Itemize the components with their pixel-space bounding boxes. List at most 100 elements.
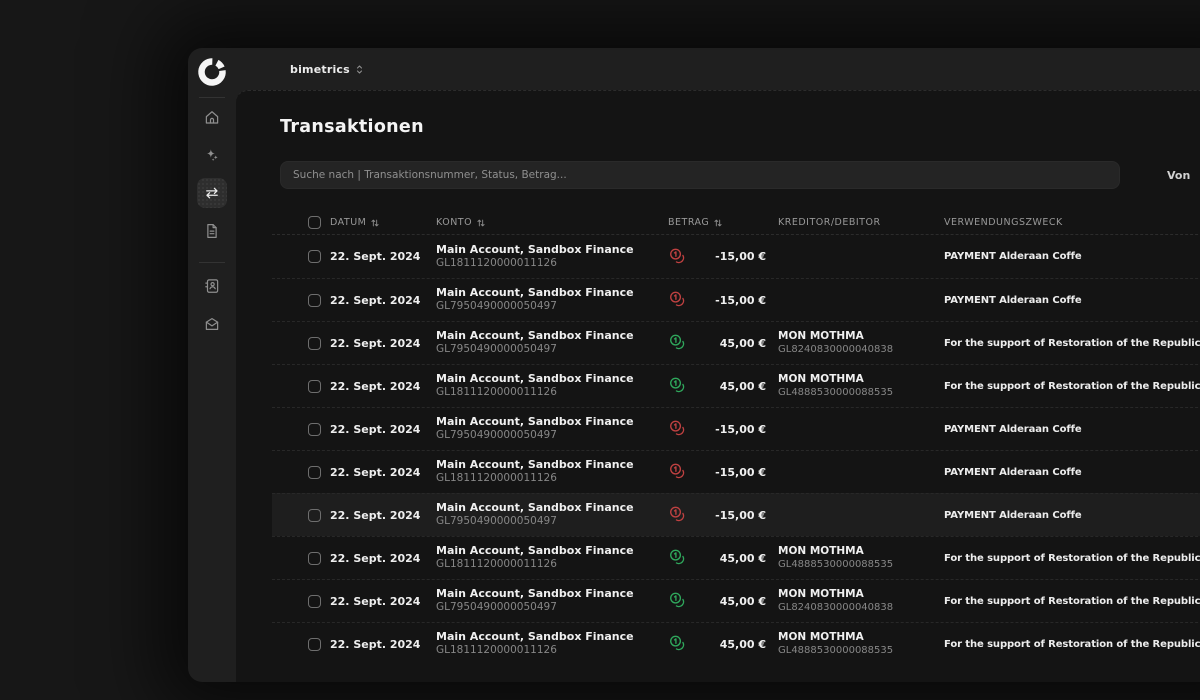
counterparty-iban: GL8240830000040838 bbox=[778, 343, 944, 356]
account-name: Main Account, Sandbox Finance bbox=[436, 415, 668, 429]
account-name: Main Account, Sandbox Finance bbox=[436, 501, 668, 515]
row-checkbox[interactable] bbox=[308, 380, 321, 393]
sidebar-item-home[interactable] bbox=[197, 102, 227, 132]
table-row[interactable]: 22. Sept. 2024 Main Account, Sandbox Fin… bbox=[272, 579, 1200, 622]
counterparty-iban: GL4888530000088535 bbox=[778, 386, 944, 399]
cell-date: 22. Sept. 2024 bbox=[330, 466, 436, 479]
content-column: bimetrics Transaktionen Von DATUM KON bbox=[236, 48, 1200, 682]
sparkles-icon bbox=[203, 146, 221, 164]
cell-amount: -15,00 € bbox=[694, 509, 766, 522]
table-row[interactable]: 22. Sept. 2024 Main Account, Sandbox Fin… bbox=[272, 622, 1200, 665]
coins-outgoing-icon bbox=[668, 247, 694, 267]
row-checkbox[interactable] bbox=[308, 509, 321, 522]
sidebar-item-contacts[interactable] bbox=[197, 271, 227, 301]
table-body: 22. Sept. 2024 Main Account, Sandbox Fin… bbox=[272, 235, 1200, 665]
workspace-name: bimetrics bbox=[290, 63, 350, 76]
account-name: Main Account, Sandbox Finance bbox=[436, 243, 668, 257]
cell-purpose: For the support of Restoration of the Re… bbox=[944, 338, 1200, 349]
transactions-table: DATUM KONTO BETRAG KREDITOR/DEBITOR bbox=[272, 211, 1200, 665]
account-iban: GL7950490000050497 bbox=[436, 343, 668, 357]
sidebar-item-assistant[interactable] bbox=[197, 140, 227, 170]
cell-date: 22. Sept. 2024 bbox=[330, 337, 436, 350]
cell-counterparty: MON MOTHMA GL4888530000088535 bbox=[778, 373, 944, 400]
account-iban: GL7950490000050497 bbox=[436, 515, 668, 529]
cell-account: Main Account, Sandbox Finance GL79504900… bbox=[436, 501, 668, 529]
table-row[interactable]: 22. Sept. 2024 Main Account, Sandbox Fin… bbox=[272, 536, 1200, 579]
sidebar-divider bbox=[199, 262, 225, 263]
sidebar-item-transactions[interactable] bbox=[197, 178, 227, 208]
table-row[interactable]: 22. Sept. 2024 Main Account, Sandbox Fin… bbox=[272, 364, 1200, 407]
header-verwendungszweck: VERWENDUNGSZWECK bbox=[944, 217, 1200, 228]
row-checkbox[interactable] bbox=[308, 466, 321, 479]
filter-bar: Von bbox=[280, 161, 1200, 189]
cell-account: Main Account, Sandbox Finance GL79504900… bbox=[436, 286, 668, 314]
date-from-label: Von bbox=[1167, 169, 1190, 182]
sidebar-item-documents[interactable] bbox=[197, 216, 227, 246]
cell-amount: 45,00 € bbox=[694, 595, 766, 608]
counterparty-name: MON MOTHMA bbox=[778, 330, 944, 344]
cell-counterparty: MON MOTHMA GL8240830000040838 bbox=[778, 330, 944, 357]
workspace-selector[interactable]: bimetrics bbox=[290, 63, 365, 76]
coins-outgoing-icon bbox=[668, 462, 694, 482]
unfold-more-icon bbox=[354, 64, 365, 75]
sort-icon bbox=[370, 218, 380, 228]
table-row[interactable]: 22. Sept. 2024 Main Account, Sandbox Fin… bbox=[272, 493, 1200, 536]
table-row[interactable]: 22. Sept. 2024 Main Account, Sandbox Fin… bbox=[272, 450, 1200, 493]
app-logo-icon[interactable] bbox=[196, 56, 228, 88]
header-betrag-label: BETRAG bbox=[668, 217, 709, 228]
sort-icon bbox=[476, 218, 486, 228]
counterparty-name: MON MOTHMA bbox=[778, 631, 944, 645]
header-datum[interactable]: DATUM bbox=[330, 217, 436, 228]
account-name: Main Account, Sandbox Finance bbox=[436, 286, 668, 300]
table-row[interactable]: 22. Sept. 2024 Main Account, Sandbox Fin… bbox=[272, 407, 1200, 450]
account-iban: GL1811120000011126 bbox=[436, 644, 668, 658]
topbar: bimetrics bbox=[236, 48, 1200, 90]
cell-purpose: For the support of Restoration of the Re… bbox=[944, 596, 1200, 607]
cell-purpose: PAYMENT Alderaan Coffe bbox=[944, 467, 1200, 478]
cell-date: 22. Sept. 2024 bbox=[330, 509, 436, 522]
cell-purpose: PAYMENT Alderaan Coffe bbox=[944, 295, 1200, 306]
row-checkbox[interactable] bbox=[308, 595, 321, 608]
row-checkbox[interactable] bbox=[308, 250, 321, 263]
coins-incoming-icon bbox=[668, 376, 694, 396]
cell-counterparty: MON MOTHMA GL8240830000040838 bbox=[778, 588, 944, 615]
header-kreditor-label: KREDITOR/DEBITOR bbox=[778, 217, 881, 228]
row-checkbox[interactable] bbox=[308, 294, 321, 307]
row-checkbox[interactable] bbox=[308, 552, 321, 565]
sidebar-divider bbox=[199, 97, 225, 98]
cell-date: 22. Sept. 2024 bbox=[330, 423, 436, 436]
table-row[interactable]: 22. Sept. 2024 Main Account, Sandbox Fin… bbox=[272, 235, 1200, 278]
account-iban: GL1811120000011126 bbox=[436, 257, 668, 271]
cell-date: 22. Sept. 2024 bbox=[330, 595, 436, 608]
account-iban: GL1811120000011126 bbox=[436, 472, 668, 486]
table-row[interactable]: 22. Sept. 2024 Main Account, Sandbox Fin… bbox=[272, 321, 1200, 364]
sidebar-item-inbox[interactable] bbox=[197, 309, 227, 339]
cell-amount: -15,00 € bbox=[694, 294, 766, 307]
counterparty-name: MON MOTHMA bbox=[778, 588, 944, 602]
table-row[interactable]: 22. Sept. 2024 Main Account, Sandbox Fin… bbox=[272, 278, 1200, 321]
home-icon bbox=[203, 108, 221, 126]
cell-date: 22. Sept. 2024 bbox=[330, 638, 436, 651]
coins-outgoing-icon bbox=[668, 419, 694, 439]
coins-incoming-icon bbox=[668, 333, 694, 353]
cell-date: 22. Sept. 2024 bbox=[330, 380, 436, 393]
address-book-icon bbox=[203, 277, 221, 295]
row-checkbox[interactable] bbox=[308, 337, 321, 350]
header-konto[interactable]: KONTO bbox=[436, 217, 668, 228]
cell-account: Main Account, Sandbox Finance GL18111200… bbox=[436, 458, 668, 486]
cell-account: Main Account, Sandbox Finance GL79504900… bbox=[436, 587, 668, 615]
cell-account: Main Account, Sandbox Finance GL18111200… bbox=[436, 243, 668, 271]
sidebar-nav bbox=[188, 102, 236, 347]
coins-incoming-icon bbox=[668, 591, 694, 611]
cell-purpose: PAYMENT Alderaan Coffe bbox=[944, 251, 1200, 262]
select-all-checkbox[interactable] bbox=[308, 216, 321, 229]
cell-purpose: PAYMENT Alderaan Coffe bbox=[944, 510, 1200, 521]
sidebar bbox=[188, 48, 236, 682]
cell-amount: 45,00 € bbox=[694, 337, 766, 350]
header-betrag[interactable]: BETRAG bbox=[668, 217, 766, 228]
account-iban: GL7950490000050497 bbox=[436, 601, 668, 615]
cell-date: 22. Sept. 2024 bbox=[330, 294, 436, 307]
search-input[interactable] bbox=[280, 161, 1120, 189]
row-checkbox[interactable] bbox=[308, 638, 321, 651]
row-checkbox[interactable] bbox=[308, 423, 321, 436]
